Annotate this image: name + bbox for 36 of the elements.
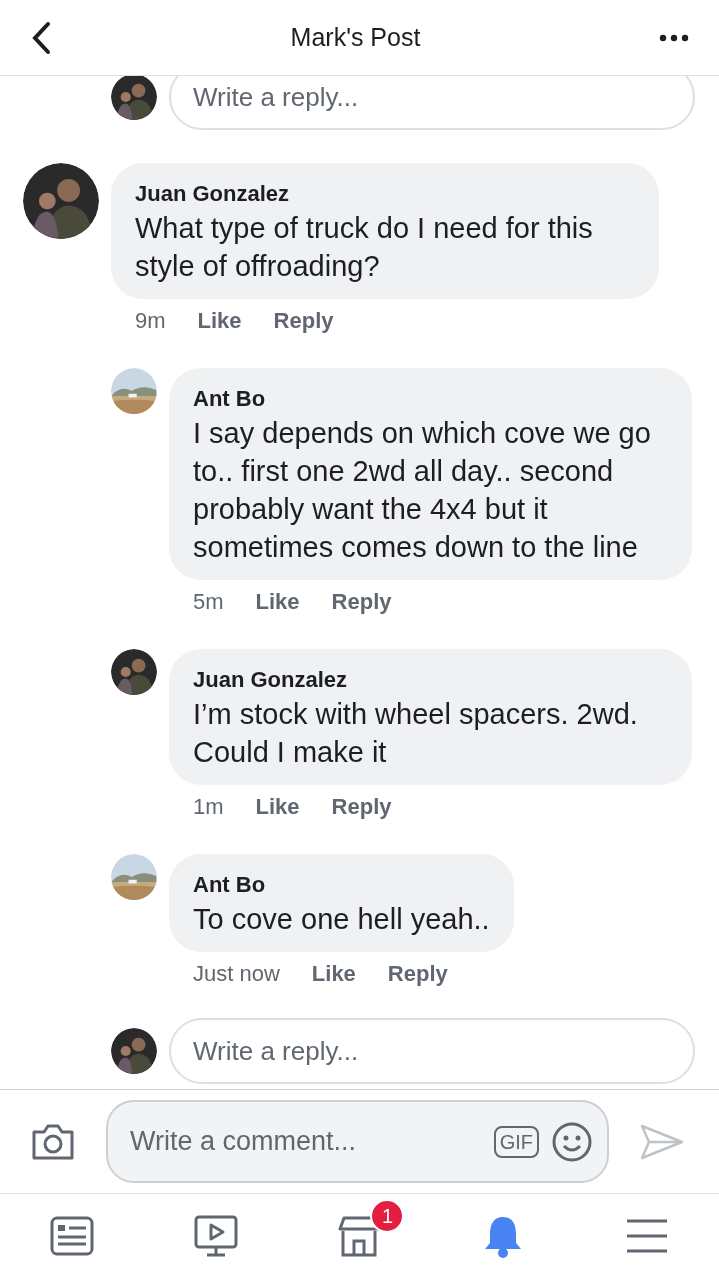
post-title: Mark's Post <box>290 21 421 53</box>
action-link[interactable]: Like <box>197 307 242 335</box>
action-link[interactable]: Like <box>255 588 300 616</box>
comment-text: I say depends on which cove we go to.. first one 2wd all day.. second probably want the 4x4 but it sometimes comes down to the line <box>193 416 652 565</box>
author-name[interactable]: Ant Bo <box>193 384 668 414</box>
reply-field[interactable]: Write a reply... <box>169 1018 695 1084</box>
emoji-icon[interactable] <box>551 1120 593 1163</box>
video-icon <box>192 1213 239 1259</box>
action-link[interactable]: Reply <box>331 588 392 616</box>
back-icon[interactable] <box>30 20 52 55</box>
author-name[interactable]: Juan Gonzalez <box>193 665 668 695</box>
comment-text: To cove one hell yeah.. <box>193 902 490 937</box>
comment-time: 1m <box>193 793 224 821</box>
comment-time: 9m <box>135 307 166 335</box>
action-link[interactable]: Like <box>255 793 300 821</box>
comment-text: What type of truck do I need for this style of offroading? <box>135 211 594 284</box>
tab[interactable] <box>192 1213 239 1259</box>
user-avatar[interactable] <box>111 76 157 120</box>
comment-time: Just now <box>193 960 280 988</box>
action-link[interactable]: Reply <box>273 307 334 335</box>
more-icon[interactable] <box>659 33 689 42</box>
user-avatar[interactable] <box>111 649 157 695</box>
comment-field[interactable]: Write a comment... GIF <box>106 1100 609 1183</box>
gif-button[interactable]: GIF <box>493 1125 539 1158</box>
notification-badge: 1 <box>370 1199 405 1233</box>
author-name[interactable]: Juan Gonzalez <box>135 179 635 209</box>
action-link[interactable]: Reply <box>331 793 392 821</box>
user-avatar[interactable] <box>23 163 99 239</box>
reply-field[interactable]: Write a reply... <box>169 76 695 130</box>
action-link[interactable]: Reply <box>387 960 448 988</box>
action-link[interactable]: Like <box>311 960 356 988</box>
author-name[interactable]: Ant Bo <box>193 870 490 900</box>
comment-text: I’m stock with wheel spacers. 2wd. Could I make it <box>193 697 639 770</box>
user-avatar[interactable] <box>111 1028 157 1074</box>
tab[interactable]: 1 <box>336 1199 405 1259</box>
comment-time: 5m <box>193 588 224 616</box>
